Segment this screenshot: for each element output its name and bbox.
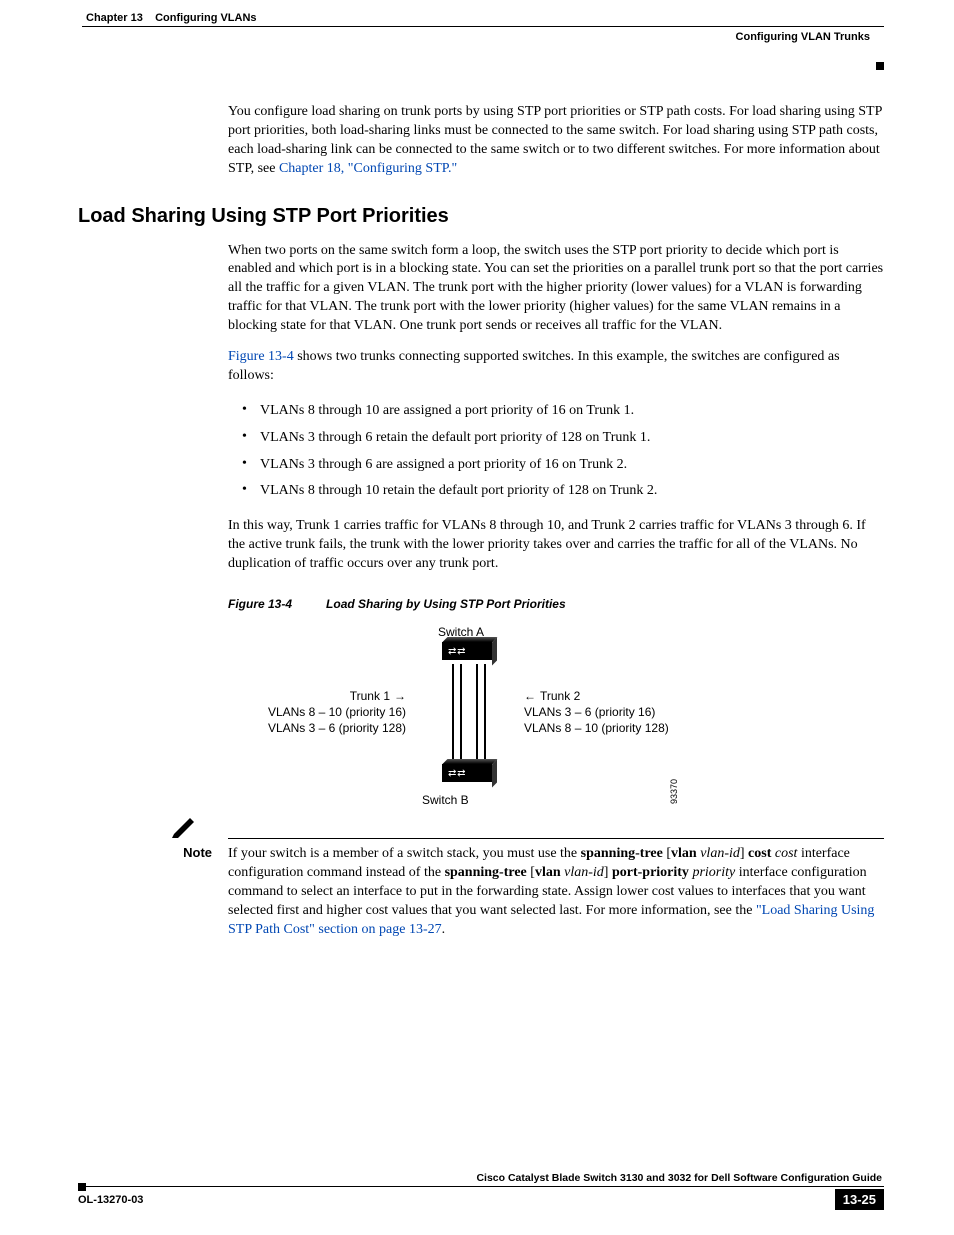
list-item: VLANs 8 through 10 are assigned a port p… (228, 398, 884, 425)
section-title: Configuring VLAN Trunks (736, 31, 870, 43)
label-trunk1: Trunk 1 (206, 688, 406, 704)
note-block: Note If your switch is a member of a swi… (78, 816, 884, 939)
footer-marker-icon (78, 1183, 86, 1191)
figure-id: 93370 (668, 779, 680, 804)
link-figure-13-4[interactable]: Figure 13-4 (228, 349, 294, 364)
pencil-icon (172, 816, 200, 838)
switch-a-icon: ⇄ ⇄ (442, 642, 492, 664)
section-heading: Load Sharing Using STP Port Priorities (78, 205, 884, 228)
label-trunk1-vlans-b: VLANs 3 – 6 (priority 128) (206, 720, 406, 736)
running-header-left: Chapter 13 Configuring VLANs (78, 10, 884, 26)
intro-paragraph: You configure load sharing on trunk port… (228, 103, 884, 179)
chapter-number: Chapter 13 (86, 12, 143, 24)
page-number: 13-25 (835, 1189, 884, 1210)
note-text: If your switch is a member of a switch s… (228, 845, 884, 939)
header-marker-icon (876, 62, 884, 70)
page-footer: Cisco Catalyst Blade Switch 3130 and 303… (78, 1168, 884, 1210)
figure-diagram: Switch A ⇄ ⇄ Trunk 1 VLANs 8 – 10 (prior… (228, 624, 884, 824)
paragraph-figure-intro: Figure 13-4 shows two trunks connecting … (228, 348, 884, 386)
list-item: VLANs 3 through 6 are assigned a port pr… (228, 452, 884, 479)
list-item: VLANs 3 through 6 retain the default por… (228, 425, 884, 452)
config-bullet-list: VLANs 8 through 10 are assigned a port p… (228, 398, 884, 506)
paragraph-summary: In this way, Trunk 1 carries traffic for… (228, 517, 884, 574)
header-rule (82, 26, 884, 27)
footer-guide-title: Cisco Catalyst Blade Switch 3130 and 303… (78, 1168, 884, 1186)
switch-b-icon: ⇄ ⇄ (442, 764, 492, 786)
label-trunk2-vlans-b: VLANs 8 – 10 (priority 128) (524, 720, 669, 736)
paragraph-priority-explain: When two ports on the same switch form a… (228, 242, 884, 336)
list-item: VLANs 8 through 10 retain the default po… (228, 478, 884, 505)
footer-doc-number: OL-13270-03 (78, 1194, 143, 1206)
trunk2-line-icon (484, 664, 486, 764)
trunk2-line-icon (476, 664, 478, 764)
link-chapter18[interactable]: Chapter 18, "Configuring STP." (279, 161, 457, 176)
figure-title: Load Sharing by Using STP Port Prioritie… (326, 597, 566, 611)
note-label: Note (183, 845, 212, 860)
trunk1-line-icon (452, 664, 454, 764)
figure-caption: Figure 13-4 Load Sharing by Using STP Por… (228, 596, 884, 612)
label-switch-b: Switch B (422, 792, 469, 808)
running-header-right: Configuring VLAN Trunks (78, 27, 884, 43)
trunk1-line-icon (460, 664, 462, 764)
label-trunk2-vlans-a: VLANs 3 – 6 (priority 16) (524, 704, 655, 720)
label-trunk2: Trunk 2 (524, 688, 580, 704)
figure-number: Figure 13-4 (228, 597, 292, 611)
label-trunk1-vlans-a: VLANs 8 – 10 (priority 16) (206, 704, 406, 720)
chapter-title: Configuring VLANs (155, 12, 256, 24)
